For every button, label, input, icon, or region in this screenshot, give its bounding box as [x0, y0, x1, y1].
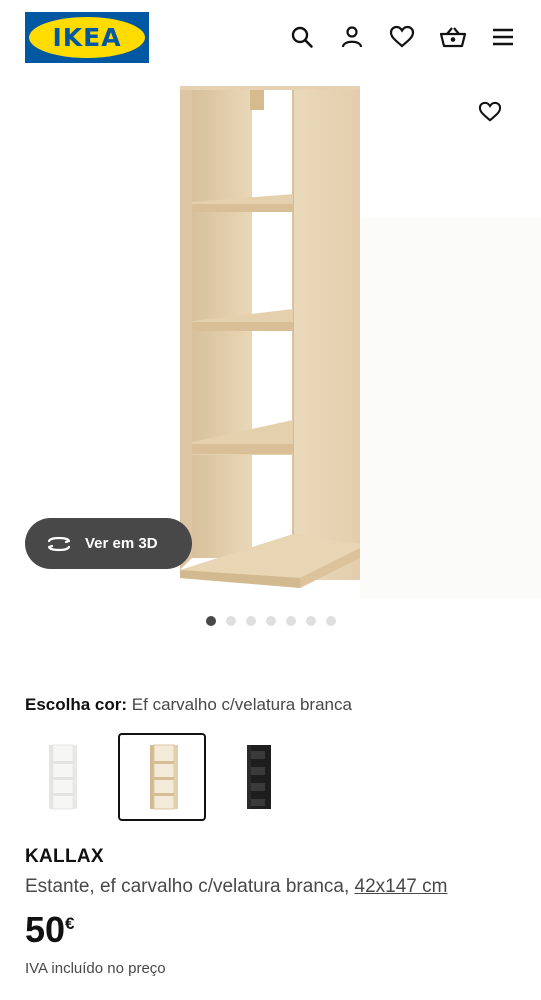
logo-oval: IKEA — [29, 17, 145, 58]
pagination-dot[interactable] — [285, 616, 296, 626]
pagination-dot[interactable] — [245, 616, 256, 626]
gallery-pagination — [0, 616, 541, 628]
selected-color-name: Ef carvalho c/velatura branca — [131, 695, 352, 714]
add-to-favourites-button[interactable] — [474, 96, 506, 128]
search-icon[interactable] — [287, 22, 317, 52]
account-icon[interactable] — [337, 22, 367, 52]
pagination-dot[interactable] — [325, 616, 336, 626]
product-description: Estante, ef carvalho c/velatura branca, … — [25, 876, 447, 898]
product-name: KALLAX — [25, 846, 104, 867]
favourites-icon[interactable] — [387, 22, 417, 52]
color-choice-text: Escolha cor: Ef carvalho c/velatura bran… — [25, 695, 352, 715]
pagination-dot[interactable] — [305, 616, 316, 626]
product-price: 50 € — [25, 909, 75, 951]
rotate-3d-icon — [47, 536, 71, 551]
pagination-dot[interactable] — [265, 616, 276, 626]
pagination-dot[interactable] — [225, 616, 236, 626]
vat-note: IVA incluído no preço — [25, 960, 166, 977]
swatch-white[interactable] — [25, 733, 113, 821]
swatch-white-stained-oak[interactable] — [118, 733, 206, 821]
cart-icon[interactable] — [438, 22, 468, 52]
view-3d-label: Ver em 3D — [85, 535, 158, 552]
product-measure-link[interactable]: 42x147 cm — [355, 876, 448, 897]
view-3d-button[interactable]: Ver em 3D — [25, 518, 192, 569]
product-type: Estante, ef carvalho c/velatura branca, — [25, 876, 350, 897]
pagination-dot[interactable] — [205, 616, 216, 626]
swatch-black-brown[interactable] — [211, 733, 299, 821]
ikea-logo[interactable]: IKEA — [25, 12, 149, 63]
logo-text: IKEA — [52, 23, 122, 52]
price-currency: € — [65, 914, 75, 933]
price-value: 50 — [25, 909, 66, 950]
menu-icon[interactable] — [488, 22, 518, 52]
top-header: IKEA — [0, 0, 541, 76]
color-choice-label: Escolha cor: — [25, 695, 128, 714]
